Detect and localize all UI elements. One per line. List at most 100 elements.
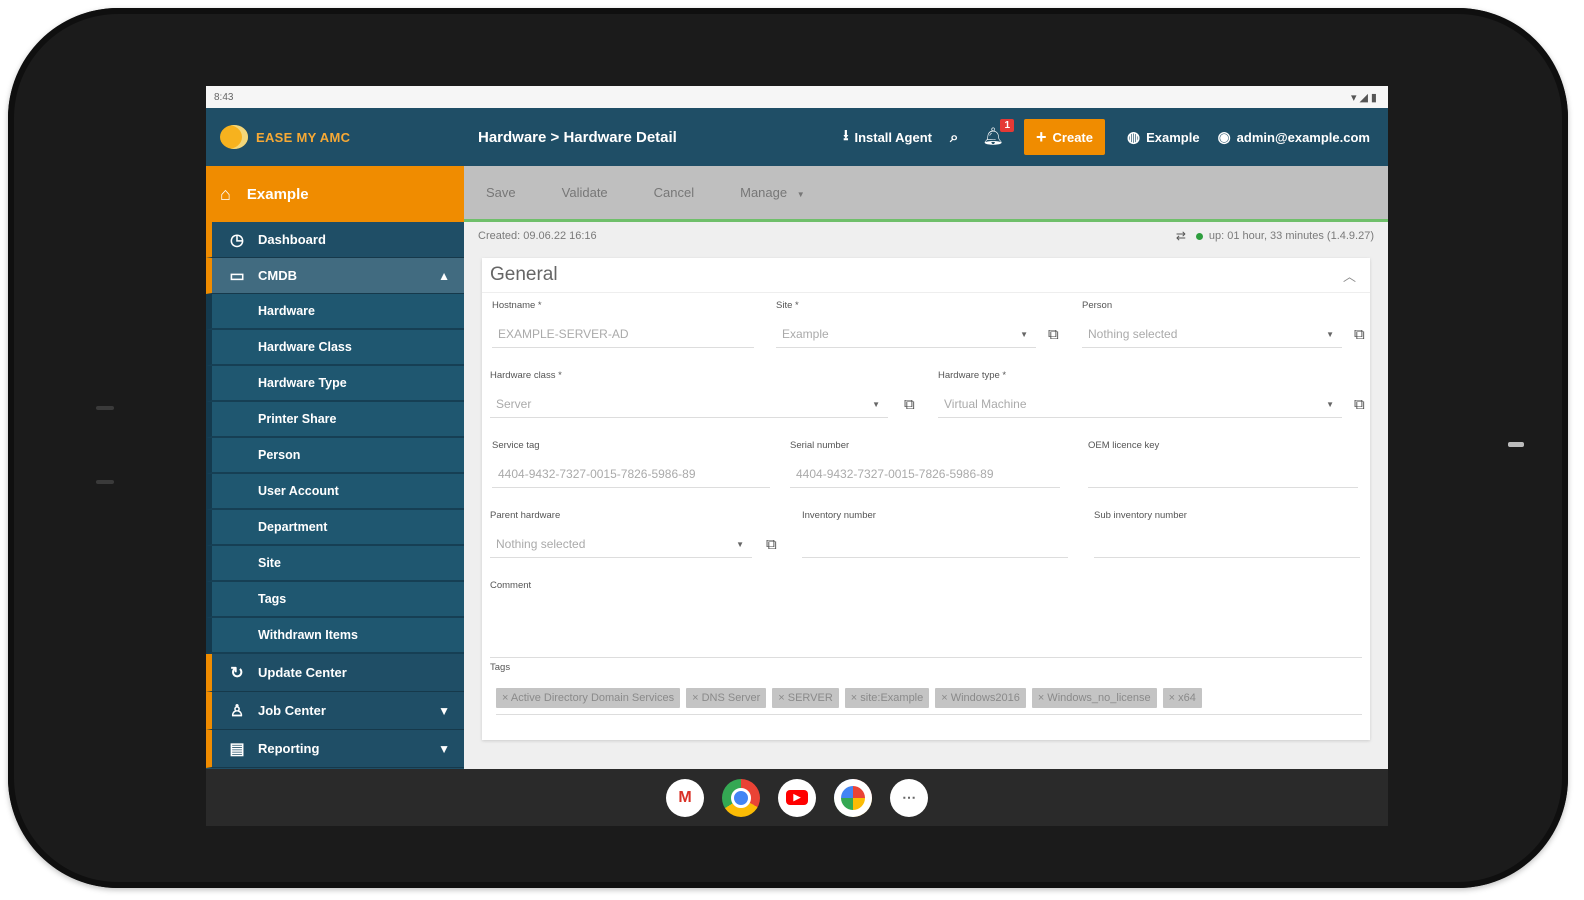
sidebar-item-user-account[interactable]: User Account: [206, 474, 464, 510]
site-label: Example: [1146, 129, 1200, 145]
tag-chip[interactable]: × Active Directory Domain Services: [496, 688, 681, 708]
external-link-icon[interactable]: ⧉: [766, 536, 777, 553]
app-drawer-icon[interactable]: ⋯: [890, 778, 928, 817]
service-tag-input[interactable]: 4404-9432-7327-0015-7826-5986-89: [492, 461, 770, 488]
external-link-icon[interactable]: ⧉: [1354, 396, 1365, 413]
external-link-icon[interactable]: ⧉: [1354, 326, 1365, 343]
tags-label-wrap: Tags: [490, 662, 510, 683]
install-agent-button[interactable]: ⭳ Install Agent: [843, 125, 932, 150]
app-logo[interactable]: EASE MY AMC: [220, 125, 478, 149]
hardware-class-label: Hardware class *: [490, 370, 562, 381]
inventory-number-field: Inventory number: [802, 510, 1068, 558]
chrome-icon[interactable]: [722, 778, 760, 817]
sidebar-item-job-center[interactable]: ♙ Job Center ▼: [206, 692, 464, 730]
caret-down-icon: ▼: [1020, 329, 1028, 339]
hostname-input[interactable]: EXAMPLE-SERVER-AD: [492, 321, 754, 348]
sidebar-item-site[interactable]: Site: [206, 546, 464, 582]
site-selector[interactable]: ◍ Example: [1127, 128, 1200, 146]
parent-hardware-field: Parent hardware Nothing selected ▼: [490, 510, 752, 558]
notification-badge: 1: [1000, 119, 1014, 132]
inventory-number-input[interactable]: [802, 531, 1068, 558]
sidebar-reporting-label: Reporting: [258, 741, 320, 756]
sidebar-item-home[interactable]: ⌂ Example: [206, 166, 464, 222]
swap-icon[interactable]: ⇄: [1176, 229, 1186, 243]
notifications-button[interactable]: 🔔︎ 1: [982, 119, 1014, 147]
tags-input[interactable]: × Active Directory Domain Services × DNS…: [496, 688, 1208, 708]
caret-down-icon: ▼: [736, 539, 744, 549]
download-icon: ⭳: [843, 126, 849, 144]
sidebar-item-dashboard[interactable]: ◷ Dashboard: [206, 222, 464, 258]
sidebar-item-printer-share[interactable]: Printer Share: [206, 402, 464, 438]
created-timestamp: Created: 09.06.22 16:16: [478, 230, 597, 242]
external-link-icon[interactable]: ⧉: [1048, 326, 1059, 343]
tag-chip[interactable]: × SERVER: [772, 688, 839, 708]
tags-label: Tags: [490, 662, 511, 673]
gmail-icon[interactable]: M: [666, 778, 704, 817]
manage-dropdown[interactable]: Manage ▼: [740, 185, 805, 200]
tag-chip[interactable]: × Windows_no_license: [1031, 688, 1157, 708]
oem-license-input[interactable]: [1088, 461, 1358, 488]
tag-chip[interactable]: × DNS Server: [686, 688, 767, 708]
person-select[interactable]: Nothing selected ▼: [1082, 321, 1342, 348]
site-field: Site * Example ▼: [776, 300, 1036, 348]
site-select[interactable]: Example ▼: [776, 321, 1036, 348]
tag-chip[interactable]: × Windows2016: [935, 688, 1026, 708]
chevron-up-icon[interactable]: ︿: [1343, 266, 1356, 285]
user-circle-icon: ◉: [1217, 129, 1231, 146]
sidebar-item-update-center[interactable]: ↻ Update Center: [206, 654, 464, 692]
youtube-icon[interactable]: ▶: [778, 778, 816, 817]
create-button[interactable]: + Create: [1024, 119, 1105, 155]
tag-chip[interactable]: × site:Example: [844, 688, 930, 708]
update-icon: ↻: [230, 664, 244, 682]
hardware-class-select[interactable]: Server ▼: [490, 391, 888, 418]
hardware-type-select[interactable]: Virtual Machine ▼: [938, 391, 1342, 418]
sidebar-home-label: Example: [246, 185, 309, 203]
caret-down-icon: ▼: [1326, 329, 1334, 339]
sub-inventory-number-input[interactable]: [1094, 531, 1360, 558]
action-toolbar: Save Validate Cancel Manage ▼: [464, 166, 1388, 222]
search-button[interactable]: ⌕: [950, 129, 964, 146]
hardware-type-field: Hardware type * Virtual Machine ▼: [938, 370, 1342, 418]
online-status-dot: [1195, 232, 1203, 240]
user-menu[interactable]: ◉ admin@example.com: [1218, 128, 1370, 146]
sidebar-job-center-label: Job Center: [258, 703, 326, 718]
search-icon: ⌕: [950, 128, 959, 146]
cancel-button[interactable]: Cancel: [654, 185, 694, 200]
save-button[interactable]: Save: [486, 185, 516, 200]
oem-license-label: OEM licence key: [1088, 440, 1160, 451]
photos-icon[interactable]: [834, 778, 872, 817]
external-link-icon[interactable]: ⧉: [904, 396, 915, 413]
parent-hardware-value: Nothing selected: [496, 537, 586, 551]
serial-number-input[interactable]: 4404-9432-7327-0015-7826-5986-89: [790, 461, 1060, 488]
tag-chip[interactable]: × x64: [1162, 688, 1202, 708]
sidebar-item-cmdb[interactable]: ▭ CMDB ▲: [206, 258, 464, 294]
hardware-class-value: Server: [496, 397, 532, 411]
uptime-text: up: 01 hour, 33 minutes (1.4.9.27): [1208, 230, 1374, 242]
hostname-label: Hostname *: [492, 300, 542, 311]
app-screen: 8:43 ▾◢▮ EASE MY AMC Hardware > Hardware…: [206, 86, 1388, 826]
worker-icon: ♙: [229, 702, 245, 720]
comment-textarea[interactable]: [490, 601, 1362, 658]
uptime-status: ⇄ up: 01 hour, 33 minutes (1.4.9.27): [1176, 229, 1374, 243]
home-icon: ⌂: [220, 183, 231, 204]
sidebar-item-withdrawn-items[interactable]: Withdrawn Items: [206, 618, 464, 654]
user-label: admin@example.com: [1236, 129, 1370, 145]
sidebar-item-tags[interactable]: Tags: [206, 582, 464, 618]
app-dock: M ▶ ⋯: [206, 769, 1388, 826]
dashboard-icon: ◷: [230, 231, 244, 249]
site-label: Site *: [776, 300, 799, 311]
sidebar-item-hardware-class[interactable]: Hardware Class: [206, 330, 464, 366]
top-navigation-bar: EASE MY AMC Hardware > Hardware Detail ⭳…: [206, 108, 1388, 166]
validate-button[interactable]: Validate: [562, 185, 608, 200]
parent-hardware-label: Parent hardware: [490, 510, 561, 521]
parent-hardware-select[interactable]: Nothing selected ▼: [490, 531, 752, 558]
sidebar-item-person[interactable]: Person: [206, 438, 464, 474]
sidebar-item-hardware-type[interactable]: Hardware Type: [206, 366, 464, 402]
sidebar-item-hardware[interactable]: Hardware: [206, 294, 464, 330]
inventory-number-label: Inventory number: [802, 510, 876, 521]
manage-label: Manage: [740, 185, 788, 200]
chevron-down-icon: ▼: [438, 741, 450, 756]
section-header-general[interactable]: General ︿: [482, 258, 1370, 293]
sidebar-item-reporting[interactable]: ▤ Reporting ▼: [206, 730, 464, 768]
sidebar-item-department[interactable]: Department: [206, 510, 464, 546]
